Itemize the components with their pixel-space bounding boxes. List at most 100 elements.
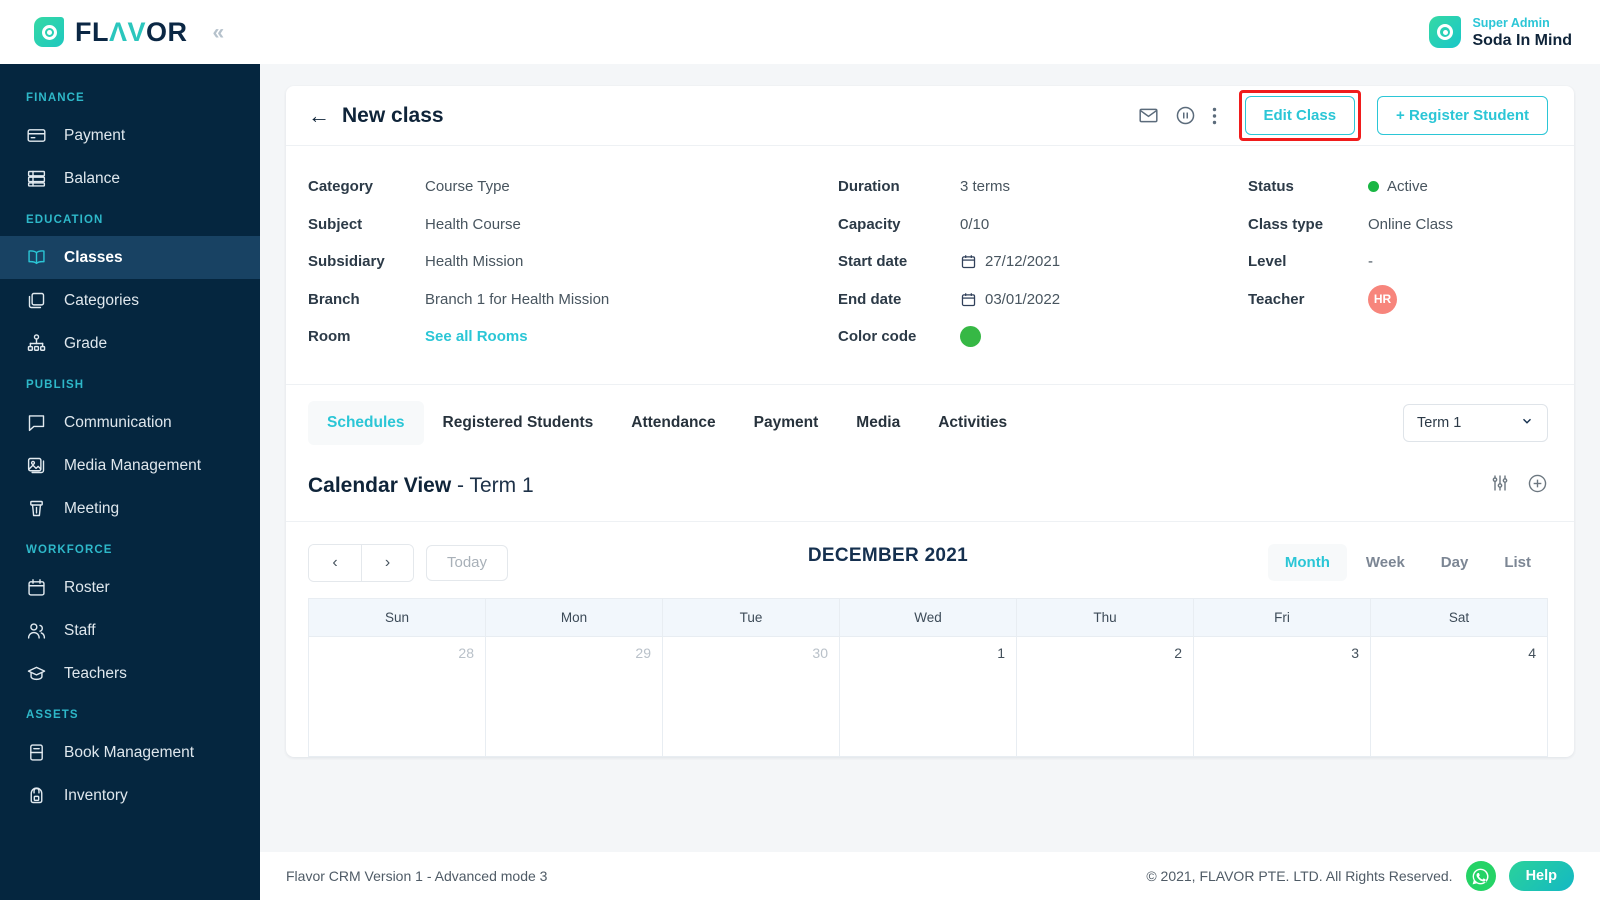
calendar-today-button[interactable]: Today bbox=[426, 544, 509, 581]
calendar-icon bbox=[960, 291, 977, 308]
detail-value-text: 3 terms bbox=[960, 178, 1011, 196]
color-code-swatch[interactable] bbox=[960, 326, 981, 348]
calendar-title-row: Calendar View - Term 1 bbox=[286, 457, 1574, 521]
register-student-button[interactable]: + Register Student bbox=[1377, 96, 1548, 135]
detail-label: Capacity bbox=[838, 215, 901, 233]
calendar-toolbar: ‹ › Today DECEMBER 2021 Month Week Day List bbox=[286, 522, 1574, 598]
tab-payment[interactable]: Payment bbox=[735, 401, 838, 445]
categories-icon bbox=[26, 290, 47, 311]
calendar-prev-button[interactable]: ‹ bbox=[309, 544, 361, 581]
sliders-icon[interactable] bbox=[1490, 473, 1510, 498]
calendar-icon bbox=[26, 577, 47, 598]
calendar-day-cell[interactable]: 3 bbox=[1193, 635, 1371, 757]
whatsapp-icon[interactable] bbox=[1465, 861, 1496, 891]
plus-circle-icon[interactable] bbox=[1527, 473, 1548, 499]
calendar-week-row: 28 29 30 1 2 3 4 bbox=[308, 635, 1548, 757]
details-column-left: Category Course Type Subject Health Course S… bbox=[308, 168, 838, 356]
detail-value[interactable]: See all Rooms bbox=[425, 328, 528, 345]
flavor-logo-icon bbox=[34, 17, 64, 47]
detail-label: Category bbox=[308, 178, 374, 196]
detail-value-text: Health Course bbox=[425, 215, 521, 233]
sidebar-item-label: Teachers bbox=[64, 664, 127, 682]
app-root: FL ΛV OR « FINANCE Payment Balance EDUCATIO… bbox=[0, 0, 1600, 900]
topbar: Super Admin Soda In Mind bbox=[260, 0, 1600, 64]
detail-label: Branch bbox=[308, 290, 360, 308]
detail-label: Status bbox=[1248, 178, 1294, 196]
sidebar-item-label: Classes bbox=[64, 248, 123, 266]
footer: Flavor CRM Version 1 - Advanced mode 3 ©… bbox=[260, 852, 1600, 900]
calendar-day-cell[interactable]: 29 bbox=[485, 635, 663, 757]
detail-row: Class type Online Class bbox=[1248, 206, 1548, 244]
avatar[interactable]: HR bbox=[1368, 284, 1397, 314]
term-select[interactable]: Term 1 bbox=[1403, 403, 1548, 442]
sidebar-item-staff[interactable]: Staff bbox=[0, 609, 260, 652]
tab-schedules[interactable]: Schedules bbox=[308, 400, 424, 445]
sidebar-item-label: Roster bbox=[64, 578, 110, 596]
tab-registered-students[interactable]: Registered Students bbox=[424, 401, 613, 445]
detail-value: 3 terms bbox=[960, 178, 1010, 195]
tab-activities[interactable]: Activities bbox=[919, 401, 1026, 445]
calendar-title-term: - Term 1 bbox=[451, 473, 534, 497]
sidebar-item-teachers[interactable]: Teachers bbox=[0, 652, 260, 695]
calendar-day-cell[interactable]: 2 bbox=[1016, 635, 1194, 757]
sidebar-item-communication[interactable]: Communication bbox=[0, 401, 260, 444]
mail-icon[interactable] bbox=[1138, 105, 1159, 126]
detail-value-text: See all Rooms bbox=[425, 328, 528, 346]
collapse-sidebar-icon[interactable]: « bbox=[213, 22, 225, 43]
calendar-table: Sun Mon Tue Wed Thu Fri Sat 28 29 30 1 2 3 4 bbox=[308, 597, 1548, 757]
calendar-weekday: Wed bbox=[839, 597, 1017, 637]
user-menu[interactable]: Super Admin Soda In Mind bbox=[1429, 15, 1572, 50]
more-vertical-icon[interactable] bbox=[1212, 106, 1217, 126]
sidebar-item-payment[interactable]: Payment bbox=[0, 114, 260, 157]
podium-icon bbox=[26, 498, 47, 519]
detail-value: 27/12/2021 bbox=[960, 253, 1060, 270]
pause-circle-icon[interactable] bbox=[1175, 105, 1196, 126]
calendar-day-cell[interactable]: 1 bbox=[839, 635, 1017, 757]
tab-media[interactable]: Media bbox=[837, 401, 919, 445]
calendar-view-week[interactable]: Week bbox=[1349, 544, 1422, 581]
calendar-view-month[interactable]: Month bbox=[1267, 544, 1347, 581]
backpack-icon bbox=[26, 785, 47, 806]
calendar-weekday-header: Sun Mon Tue Wed Thu Fri Sat bbox=[308, 597, 1548, 637]
edit-class-button[interactable]: Edit Class bbox=[1244, 96, 1356, 135]
detail-value-text: Health Mission bbox=[425, 253, 524, 271]
detail-label: Start date bbox=[838, 253, 908, 271]
back-button[interactable]: ← bbox=[308, 104, 330, 127]
sidebar-item-book-management[interactable]: Book Management bbox=[0, 731, 260, 774]
calendar-grid: Sun Mon Tue Wed Thu Fri Sat 28 29 30 1 2 3 4 bbox=[286, 597, 1574, 757]
sidebar-item-grade[interactable]: Grade bbox=[0, 322, 260, 365]
content-scroll-area: ← New class Edit Class + Register Studen… bbox=[260, 64, 1600, 852]
footer-version: Flavor CRM Version 1 - Advanced mode 3 bbox=[286, 868, 548, 884]
detail-label: Class type bbox=[1248, 215, 1324, 233]
sidebar-item-categories[interactable]: Categories bbox=[0, 279, 260, 322]
sidebar: FL ΛV OR « FINANCE Payment Balance EDUCATIO… bbox=[0, 0, 260, 900]
calendar-next-button[interactable]: › bbox=[361, 544, 413, 581]
sidebar-item-inventory[interactable]: Inventory bbox=[0, 774, 260, 817]
help-button[interactable]: Help bbox=[1508, 861, 1574, 891]
sidebar-item-classes[interactable]: Classes bbox=[0, 236, 260, 279]
detail-label: Teacher bbox=[1248, 290, 1305, 308]
brand-text-3: OR bbox=[146, 16, 188, 47]
sidebar-item-balance[interactable]: Balance bbox=[0, 157, 260, 200]
calendar-body: 28 29 30 1 2 3 4 bbox=[308, 635, 1548, 757]
calendar-day-cell[interactable]: 28 bbox=[308, 635, 486, 757]
term-select-value: Term 1 bbox=[1417, 414, 1462, 431]
calendar-view-switcher: Month Week Day List bbox=[1267, 544, 1548, 581]
calendar-view-list[interactable]: List bbox=[1487, 544, 1548, 581]
detail-row: Duration 3 terms bbox=[838, 168, 1248, 206]
tab-attendance[interactable]: Attendance bbox=[612, 401, 734, 445]
detail-value bbox=[960, 326, 981, 348]
sidebar-item-media-management[interactable]: Media Management bbox=[0, 444, 260, 487]
calendar-day-cell[interactable]: 30 bbox=[662, 635, 840, 757]
detail-value: Health Course bbox=[425, 216, 521, 233]
calendar-view-day[interactable]: Day bbox=[1424, 544, 1486, 581]
user-role: Super Admin bbox=[1472, 15, 1550, 30]
sidebar-item-label: Grade bbox=[64, 334, 108, 352]
calendar-title-actions bbox=[1490, 473, 1548, 499]
detail-value: Branch 1 for Health Mission bbox=[425, 291, 609, 308]
graduation-cap-icon bbox=[26, 663, 47, 684]
detail-value-text: Course Type bbox=[425, 178, 510, 196]
calendar-day-cell[interactable]: 4 bbox=[1370, 635, 1548, 757]
sidebar-item-roster[interactable]: Roster bbox=[0, 566, 260, 609]
sidebar-item-meeting[interactable]: Meeting bbox=[0, 487, 260, 530]
